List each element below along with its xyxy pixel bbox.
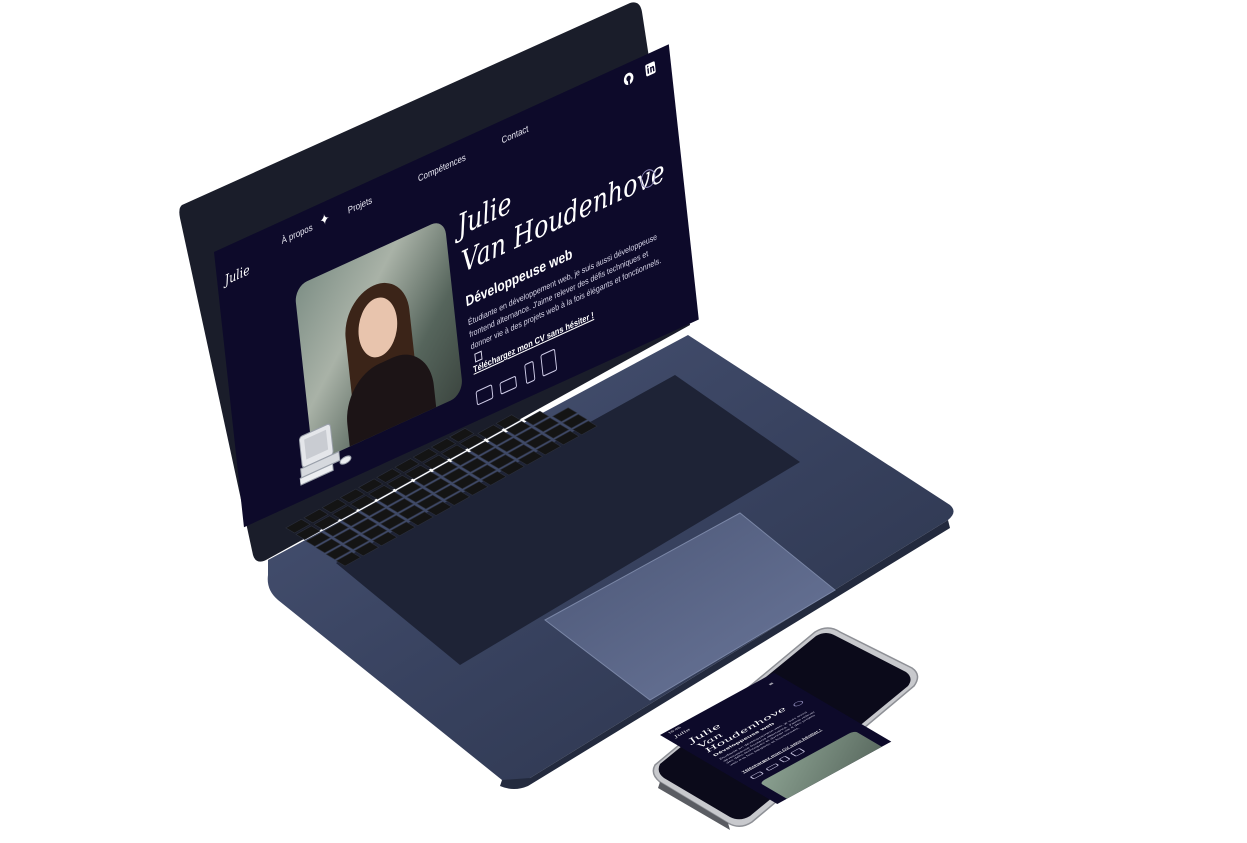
laptop-icon [765, 763, 780, 771]
phone-mockup [652, 627, 919, 830]
phone-icon [778, 755, 791, 763]
hamburger-menu-icon[interactable]: ≡ [768, 682, 775, 686]
phone-screen: 15:46 Julie ≡ Julie Van Houdenhove Dévelo… [660, 672, 892, 804]
tablet-icon [789, 747, 806, 757]
desktop-icon [749, 771, 765, 780]
mobile-scroll-indicator-icon[interactable] [791, 699, 805, 708]
